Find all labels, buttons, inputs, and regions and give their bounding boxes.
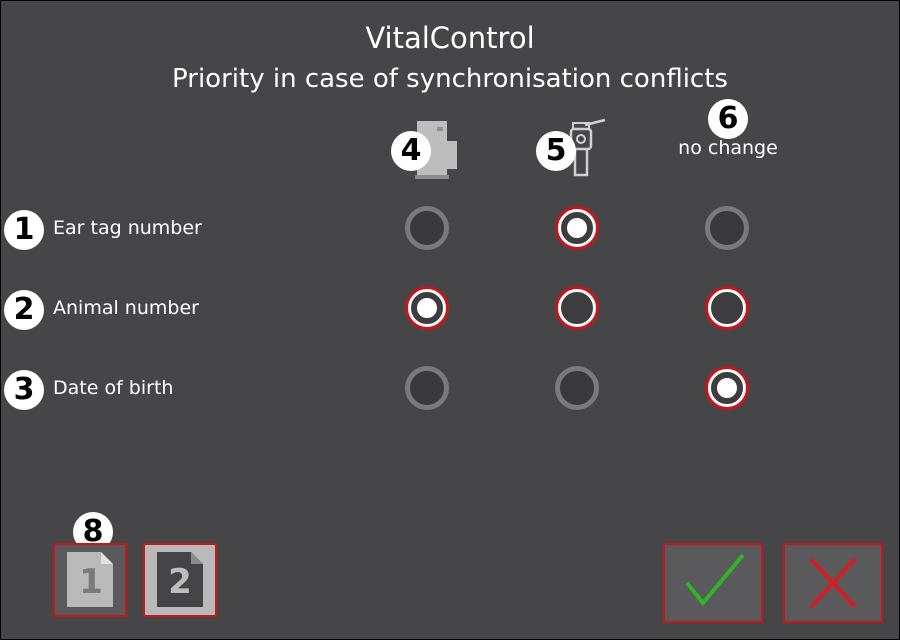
row-label-ear-tag-number: Ear tag number [53, 217, 202, 239]
radio-animal-number-no-change[interactable] [705, 286, 749, 330]
radio-dob-base-station [405, 366, 449, 410]
radio-dob-no-change[interactable] [705, 366, 749, 410]
confirm-button[interactable] [663, 543, 763, 623]
radio-animal-number-base-station[interactable] [405, 286, 449, 330]
callout-3: 3 [4, 370, 44, 410]
app-title: VitalControl [365, 21, 535, 55]
page-2-icon: 2 [157, 552, 203, 607]
callout-6: 6 [708, 99, 748, 139]
page-1-icon: 1 [67, 552, 113, 607]
callout-1: 1 [4, 210, 44, 250]
callout-5: 5 [536, 131, 576, 171]
row-label-animal-number: Animal number [53, 297, 199, 319]
close-icon [809, 557, 857, 609]
radio-ear-tag-base-station [405, 206, 449, 250]
radio-ear-tag-no-change [705, 206, 749, 250]
page-subtitle: Priority in case of synchronisation conf… [172, 64, 728, 94]
radio-animal-number-handheld[interactable] [555, 286, 599, 330]
page-2-number: 2 [168, 562, 192, 602]
callout-4: 4 [391, 131, 431, 171]
callout-2: 2 [4, 290, 44, 330]
checkmark-icon [685, 553, 745, 607]
radio-dob-handheld [555, 366, 599, 410]
radio-ear-tag-handheld[interactable] [555, 206, 599, 250]
page-1-number: 1 [79, 562, 103, 602]
page-2-button[interactable]: 2 [143, 543, 217, 617]
row-label-date-of-birth: Date of birth [53, 377, 174, 399]
conflict-priority-screen: VitalControl Priority in case of synchro… [1, 1, 899, 639]
cancel-button[interactable] [783, 543, 883, 623]
page-1-button[interactable]: 1 [53, 543, 127, 617]
no-change-header: no change [678, 137, 778, 159]
